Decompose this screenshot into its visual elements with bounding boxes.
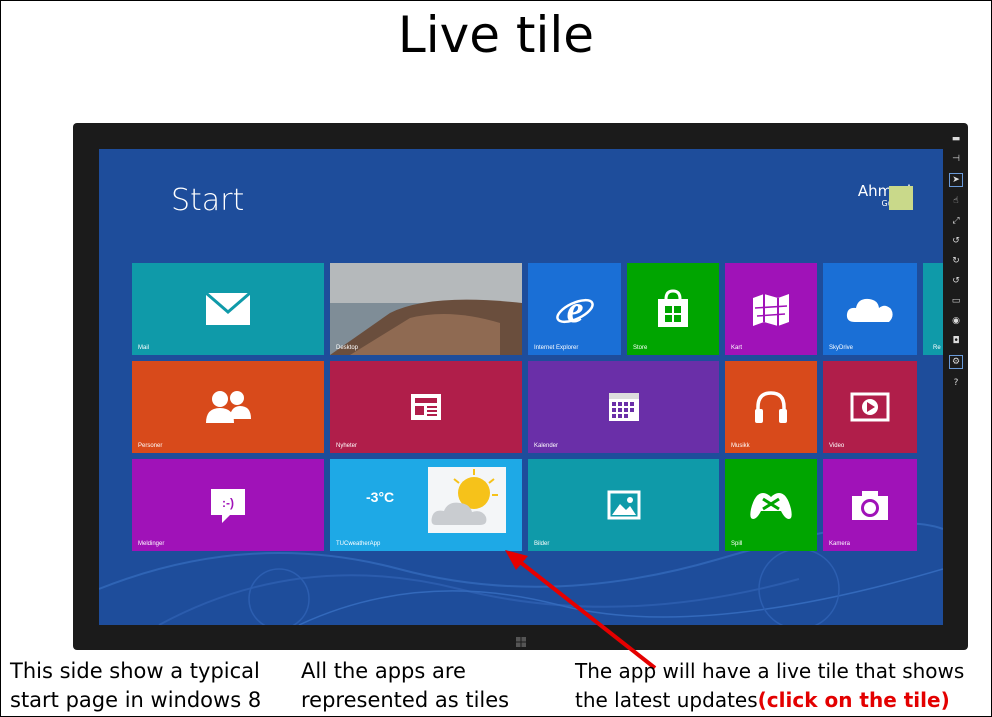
caption-middle-line2: represented as tiles [301,688,510,712]
caption-right: The app will have a live tile that shows… [575,657,964,715]
caption-middle: All the apps are represented as tiles [301,657,509,715]
caption-left: This side show a typical start page in w… [10,657,261,715]
caption-right-line1: The app will have a live tile that shows [575,659,965,683]
caption-click-hint[interactable]: (click on the tile) [758,688,950,712]
caption-middle-line1: All the apps are [301,659,466,683]
caption-left-line1: This side show a typical [10,659,260,683]
annotation-arrow [505,550,657,670]
caption-left-line2: start page in windows 8 [10,688,262,712]
caption-right-text: the latest updates [575,688,758,712]
caption-right-line2: the latest updates(click on the tile) [575,686,964,715]
